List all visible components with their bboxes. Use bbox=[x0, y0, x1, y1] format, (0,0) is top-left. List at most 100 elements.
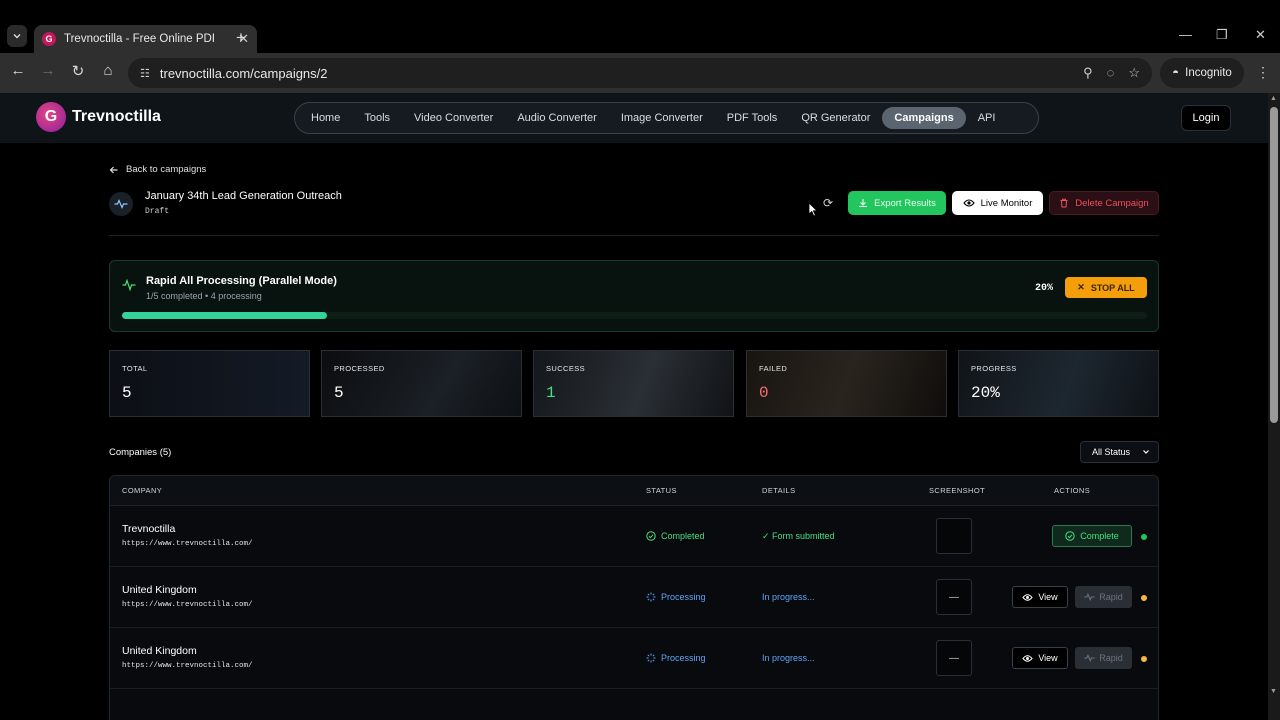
minimize-icon[interactable]: — bbox=[1179, 27, 1192, 42]
view-button[interactable]: View bbox=[1012, 647, 1068, 669]
bookmark-star-icon[interactable]: ☆ bbox=[1128, 65, 1140, 81]
stat-value: 0 bbox=[759, 384, 769, 402]
site-header: G Trevnoctilla Home Tools Video Converter A… bbox=[0, 93, 1268, 143]
eye-icon bbox=[962, 199, 975, 207]
site-logo[interactable]: G Trevnoctilla bbox=[36, 102, 161, 132]
trash-icon bbox=[1060, 198, 1068, 208]
login-button[interactable]: Login bbox=[1181, 105, 1231, 131]
rapid-title: Rapid All Processing (Parallel Mode) bbox=[146, 275, 337, 287]
table-row: United Kingdom https://www.trevnoctilla.c… bbox=[110, 628, 1158, 689]
new-tab-plus-icon[interactable]: + bbox=[236, 28, 246, 48]
details-text: ✓ Form submitted bbox=[762, 531, 835, 541]
incognito-badge[interactable]: ◓ Incognito bbox=[1160, 58, 1244, 88]
complete-button[interactable]: Complete bbox=[1052, 525, 1132, 547]
table-header: COMPANY STATUS DETAILS SCREENSHOT ACTION… bbox=[110, 476, 1158, 506]
rapid-button[interactable]: Rapid bbox=[1075, 647, 1132, 669]
rapid-progress-bar bbox=[122, 312, 1147, 319]
status-cell: Processing bbox=[646, 653, 706, 663]
export-results-button[interactable]: Export Results bbox=[848, 191, 946, 215]
delete-label: Delete Campaign bbox=[1075, 197, 1149, 209]
view-label: View bbox=[1038, 592, 1058, 602]
refresh-icon[interactable]: ⟳ bbox=[823, 196, 833, 210]
scroll-down-icon[interactable]: ▼ bbox=[1270, 688, 1277, 695]
window-close-icon[interactable]: ✕ bbox=[1255, 27, 1266, 43]
nav-item-audio-converter[interactable]: Audio Converter bbox=[505, 107, 609, 129]
browser-tab[interactable]: G Trevnoctilla - Free Online PDF E ✕ bbox=[34, 25, 257, 53]
table-row: Trevnoctilla https://www.trevnoctilla.com… bbox=[110, 506, 1158, 567]
zoom-search-icon[interactable]: ⚲ bbox=[1083, 65, 1093, 81]
nav-item-home[interactable]: Home bbox=[299, 107, 352, 129]
logo-text: Trevnoctilla bbox=[72, 108, 161, 125]
campaign-status: Draft bbox=[145, 207, 170, 216]
incognito-icon: ◓ bbox=[1172, 67, 1180, 79]
tab-title: Trevnoctilla - Free Online PDF E bbox=[64, 33, 214, 45]
stat-card-background bbox=[322, 351, 521, 416]
nav-item-pdf-tools[interactable]: PDF Tools bbox=[715, 107, 790, 129]
companies-count-label: Companies (5) bbox=[109, 447, 172, 458]
nav-item-video-converter[interactable]: Video Converter bbox=[402, 107, 505, 129]
stat-label: TOTAL bbox=[122, 364, 148, 373]
screenshot-placeholder: — bbox=[936, 640, 972, 676]
activity-pulse-icon bbox=[122, 279, 136, 291]
rapid-subtitle: 1/5 completed • 4 processing bbox=[146, 291, 262, 301]
company-name: United Kingdom bbox=[122, 645, 197, 657]
company-name: Trevnoctilla bbox=[122, 523, 176, 535]
stop-all-button[interactable]: ✕ STOP ALL bbox=[1065, 277, 1147, 298]
more-menu-icon[interactable]: ⋮ bbox=[1256, 64, 1270, 81]
status-text: Completed bbox=[661, 531, 705, 541]
nav-item-image-converter[interactable]: Image Converter bbox=[609, 107, 715, 129]
site-favicon-icon: G bbox=[42, 32, 56, 46]
stat-label: PROGRESS bbox=[971, 364, 1017, 373]
reload-icon[interactable]: ↻ bbox=[67, 62, 89, 80]
nav-item-campaigns[interactable]: Campaigns bbox=[882, 107, 966, 129]
mouse-cursor-icon bbox=[808, 202, 818, 217]
activity-icon bbox=[1084, 593, 1095, 601]
scroll-up-icon[interactable]: ▲ bbox=[1270, 95, 1277, 102]
check-circle-icon bbox=[1065, 531, 1075, 541]
company-url: https://www.trevnoctilla.com/ bbox=[122, 540, 253, 548]
header-divider bbox=[109, 235, 1159, 236]
stat-value: 5 bbox=[122, 384, 132, 402]
company-url: https://www.trevnoctilla.com/ bbox=[122, 662, 253, 670]
browser-tabstrip: G Trevnoctilla - Free Online PDF E ✕ + —… bbox=[0, 0, 1280, 53]
home-icon[interactable]: ⌂ bbox=[97, 62, 119, 79]
back-to-campaigns-link[interactable]: Back to campaigns bbox=[109, 164, 206, 175]
stat-card-success: SUCCESS 1 bbox=[533, 350, 734, 417]
stat-value: 20% bbox=[971, 384, 1000, 402]
view-button[interactable]: View bbox=[1012, 586, 1068, 608]
details-text: In progress... bbox=[762, 592, 815, 602]
forward-arrow-icon[interactable]: → bbox=[37, 62, 59, 79]
tab-search-button[interactable] bbox=[7, 25, 27, 47]
details-text: In progress... bbox=[762, 653, 815, 663]
companies-table: COMPANY STATUS DETAILS SCREENSHOT ACTION… bbox=[109, 475, 1159, 720]
nav-item-api[interactable]: API bbox=[966, 107, 1008, 129]
site-info-icon[interactable]: ☷ bbox=[140, 67, 150, 80]
stat-label: FAILED bbox=[759, 364, 788, 373]
main-nav: Home Tools Video Converter Audio Converter I… bbox=[294, 102, 1039, 134]
rapid-label: Rapid bbox=[1099, 653, 1123, 663]
rapid-label: Rapid bbox=[1099, 592, 1123, 602]
status-dot bbox=[1141, 595, 1147, 601]
stat-card-background bbox=[110, 351, 309, 416]
complete-label: Complete bbox=[1080, 531, 1119, 541]
stat-card-background bbox=[747, 351, 946, 416]
page-scrollbar[interactable]: ▲ ▼ bbox=[1268, 93, 1280, 720]
loader-icon bbox=[646, 653, 656, 663]
back-arrow-icon[interactable]: ← bbox=[7, 62, 29, 79]
restore-icon[interactable]: ❐ bbox=[1216, 27, 1228, 43]
address-bar[interactable]: ☷ trevnoctilla.com/campaigns/2 ⚲ ◌ ☆ bbox=[128, 58, 1152, 88]
screenshot-thumbnail[interactable] bbox=[936, 518, 972, 554]
activity-icon bbox=[109, 192, 133, 216]
live-monitor-button[interactable]: Live Monitor bbox=[952, 191, 1043, 215]
stop-all-label: STOP ALL bbox=[1090, 282, 1135, 293]
rapid-button[interactable]: Rapid bbox=[1075, 586, 1132, 608]
incognito-label: Incognito bbox=[1185, 67, 1232, 79]
eye-off-icon[interactable]: ◌ bbox=[1107, 65, 1115, 81]
nav-item-tools[interactable]: Tools bbox=[352, 107, 402, 129]
nav-item-qr-generator[interactable]: QR Generator bbox=[789, 107, 882, 129]
stat-card-progress: PROGRESS 20% bbox=[958, 350, 1159, 417]
rapid-progress-fill bbox=[122, 312, 327, 319]
scroll-thumb[interactable] bbox=[1270, 107, 1278, 423]
delete-campaign-button[interactable]: Delete Campaign bbox=[1049, 191, 1159, 215]
status-filter-select[interactable]: All Status bbox=[1080, 441, 1159, 463]
